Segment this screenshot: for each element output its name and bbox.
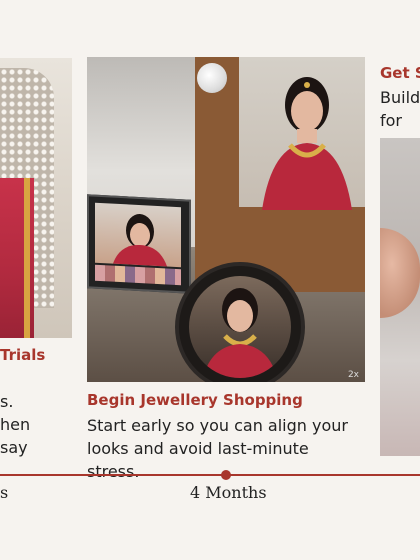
card-title-center: Begin Jewellery Shopping [87,391,303,409]
card-title-right: Get S [380,64,420,82]
bride-mirror-photo: 2x [87,57,365,382]
photo-watermark: 2x [347,370,359,380]
card-title-left: Trials [0,346,46,364]
round-mirror-reflection [189,276,291,378]
dress-trim [24,178,30,338]
timeline-label-left: s [0,483,9,502]
timeline-marker [221,470,231,480]
round-hand-mirror [175,262,305,382]
timeline-line [0,474,420,476]
timeline-label-center: 4 Months [190,483,267,502]
card-text-left-line2: hen say [0,415,31,457]
vanity-bulb [197,63,227,93]
card-text-right-line1: Build [380,88,420,107]
bridal-outfit-photo [0,58,72,338]
ring-hand-photo [380,138,420,456]
card-text-left-line1: s. [0,392,14,411]
eyeshadow-palette [95,264,181,286]
bride-reflection-figure [262,77,352,210]
compact-mirror [87,194,191,294]
compact-reflection [95,202,181,268]
hand-with-ring [380,228,420,318]
card-text-center-line1: Start early so you can align your [87,416,348,435]
